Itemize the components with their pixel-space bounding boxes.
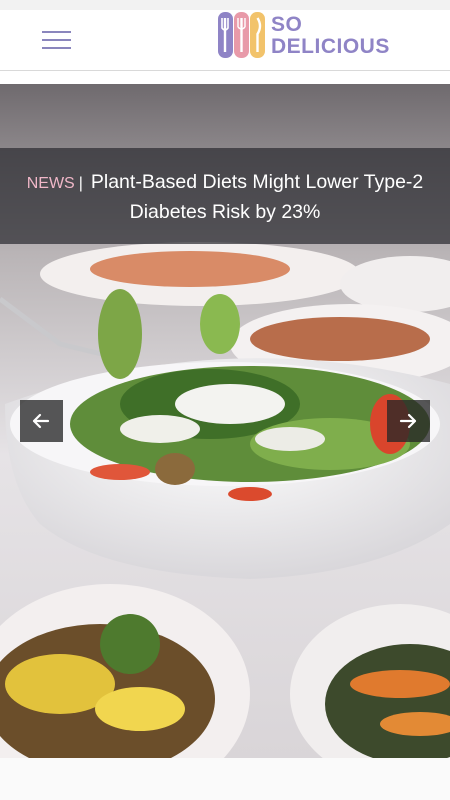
previous-slide-button[interactable]	[20, 400, 63, 442]
status-bar	[0, 0, 450, 10]
next-slide-button[interactable]	[387, 400, 430, 442]
category-separator: |	[78, 175, 83, 192]
cutlery-logo-icon	[218, 12, 265, 58]
hamburger-menu-icon[interactable]	[42, 31, 72, 51]
arrow-right-icon	[399, 413, 417, 429]
app-header: SO DELICIOUS	[0, 10, 450, 71]
site-logo[interactable]: SO DELICIOUS	[218, 12, 408, 62]
logo-wordmark: SO DELICIOUS	[271, 14, 390, 58]
hero-slider[interactable]: NEWS | Plant-Based Diets Might Lower Type-…	[0, 84, 450, 758]
headline-link[interactable]: NEWS | Plant-Based Diets Might Lower Type-…	[0, 168, 450, 227]
content-below-hero	[0, 758, 450, 800]
category-tag[interactable]: NEWS	[27, 175, 75, 192]
arrow-left-icon	[32, 413, 50, 429]
logo-line-2: DELICIOUS	[271, 35, 390, 58]
headline-title[interactable]: Plant-Based Diets Might Lower Type-2 Dia…	[91, 171, 423, 223]
logo-line-1: SO	[271, 13, 303, 36]
